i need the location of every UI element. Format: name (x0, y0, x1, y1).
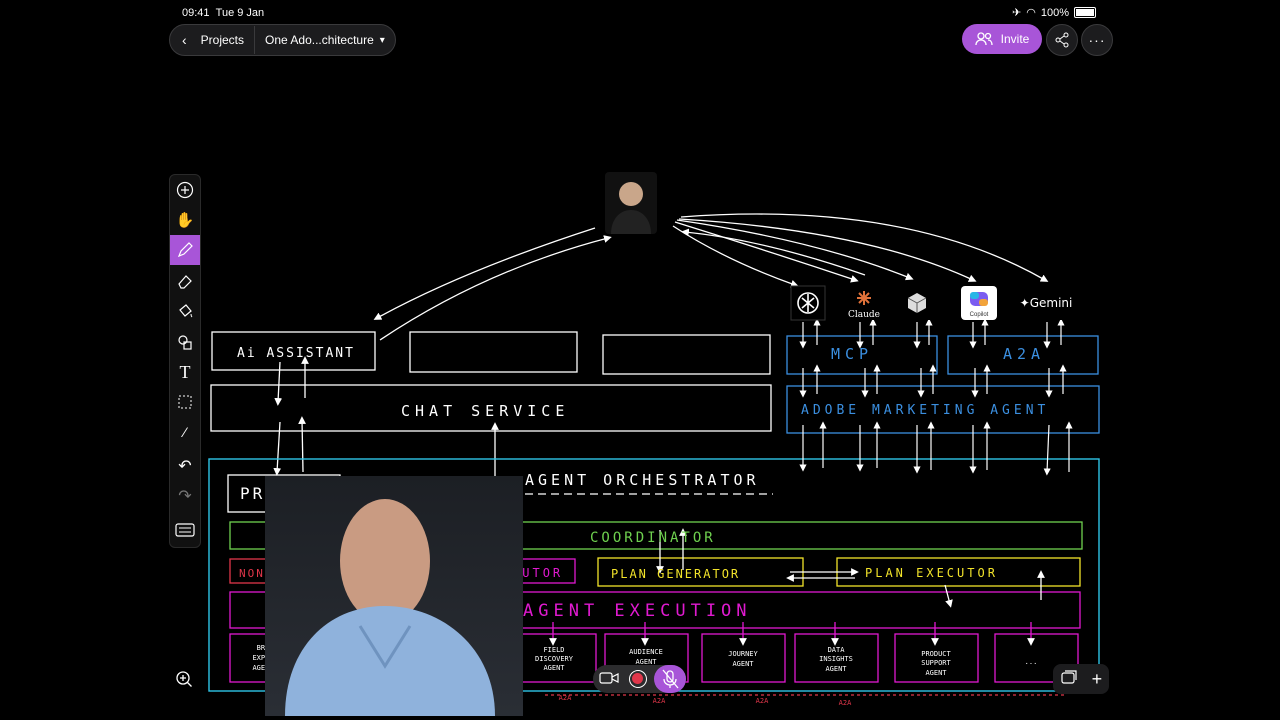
a2a-small-1: A2A (559, 694, 572, 702)
curve-arrow-left (373, 227, 596, 320)
agent-6-line2: SUPPORT (921, 659, 951, 667)
presenter-cam-small (605, 172, 657, 234)
agent-2-line3: AGENT (543, 664, 565, 672)
record-dot-icon (632, 673, 643, 684)
recording-controls (593, 665, 686, 693)
coordinator-label: COORDINATOR (590, 530, 716, 546)
agent-4-line1: JOURNEY (728, 650, 758, 658)
empty-box-2 (602, 334, 771, 375)
agent-execution-label: AGENT EXECUTION (523, 601, 752, 621)
empty-box-1 (409, 331, 578, 373)
agent-3-line1: AUDIENCE (629, 648, 663, 656)
ai-assistant-label: Ai ASSISTANT (237, 346, 355, 361)
plan-generator-label: PLAN GENERATOR (611, 567, 740, 581)
adobe-marketing-agent-label: ADOBE MARKETING AGENT (801, 403, 1049, 418)
agent-5-line2: INSIGHTS (819, 655, 853, 663)
presenter-figure (285, 499, 495, 716)
agent-5-line3: AGENT (825, 665, 847, 673)
video-camera-icon (599, 672, 619, 684)
mic-button[interactable] (654, 665, 686, 693)
pages-button[interactable] (1060, 669, 1078, 690)
layers-icon (1061, 669, 1077, 684)
bottom-right-tools: + (1053, 664, 1109, 694)
plus-icon: + (1091, 668, 1103, 689)
person-icon (611, 182, 651, 234)
a2a-small-3: A2A (756, 697, 769, 705)
ipad-screen: 09:41 Tue 9 Jan ✈ ◠ 100% ‹ Projects One … (165, 0, 1116, 716)
record-button[interactable] (629, 670, 647, 688)
mcp-label: MCP (831, 345, 873, 363)
mic-off-icon (662, 669, 679, 689)
llm-arrow-1 (672, 225, 799, 288)
a2a-small-4: A2A (839, 699, 852, 707)
agent-orchestrator-label: AGENT ORCHESTRATOR (525, 471, 760, 489)
llm-logos: Claude Copilot ✦Gemini (790, 285, 1075, 321)
plan-executor-label: PLAN EXECUTOR (865, 566, 998, 580)
agent-6-line3: AGENT (925, 669, 947, 677)
gemini-label: ✦Gemini (1020, 296, 1073, 310)
curve-arrow-right (379, 235, 612, 341)
copilot-icon (970, 292, 988, 306)
add-page-button[interactable]: + (1092, 669, 1103, 690)
copilot-label: Copilot (970, 312, 989, 318)
agent-7-line1: ... (1025, 658, 1038, 666)
agent-4-line2: AGENT (732, 660, 754, 668)
chat-service-label: CHAT SERVICE (401, 402, 569, 420)
agent-2-line1: FIELD (543, 646, 564, 654)
arrow-chat-up (298, 416, 306, 473)
claude-label: Claude (848, 310, 880, 320)
claude-icon (857, 291, 871, 305)
arrow-assistant-down (274, 361, 283, 406)
agent-5-line1: DATA (828, 646, 846, 654)
arrow-chat-down (273, 421, 282, 476)
a2a-small-2: A2A (653, 697, 666, 705)
agent-6-line1: PRODUCT (921, 650, 951, 658)
a2a-label: A2A (1003, 345, 1045, 363)
camera-button[interactable] (599, 671, 619, 690)
agent-2-line2: DISCOVERY (535, 655, 574, 663)
presenter-video (265, 476, 523, 716)
